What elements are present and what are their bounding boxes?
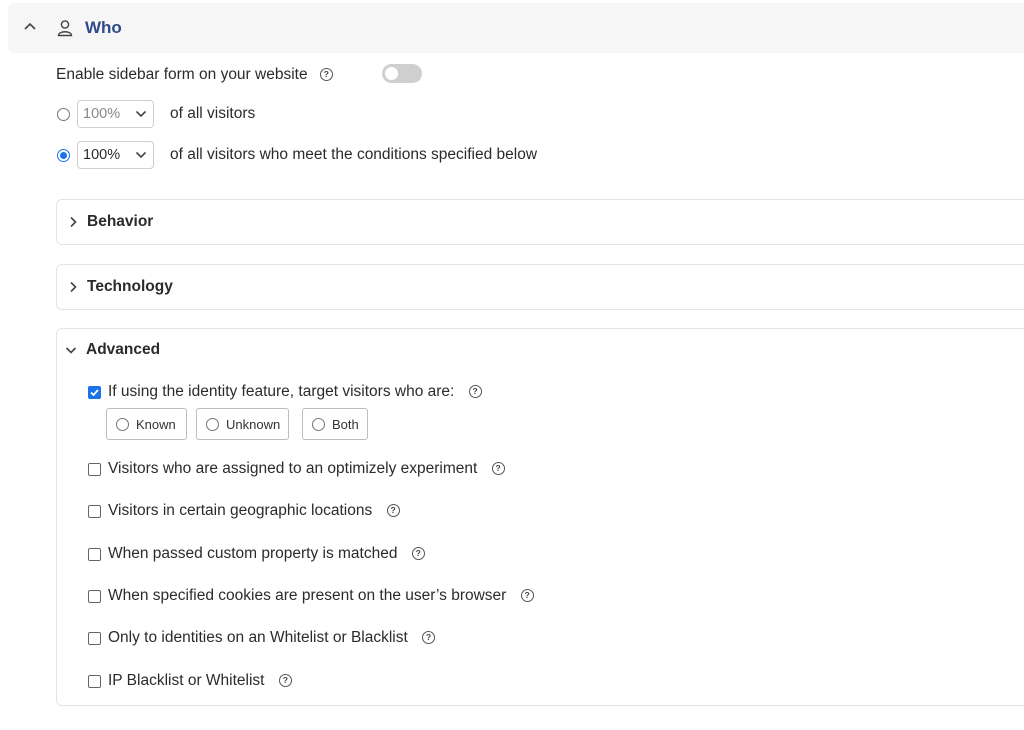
user-icon bbox=[57, 20, 73, 37]
help-icon[interactable]: ? bbox=[491, 462, 505, 476]
help-icon[interactable]: ? bbox=[468, 385, 482, 399]
cookies-present-checkbox[interactable] bbox=[88, 590, 101, 603]
help-icon[interactable]: ? bbox=[422, 631, 436, 645]
chevron-up-icon[interactable] bbox=[22, 18, 38, 34]
technology-panel[interactable] bbox=[56, 264, 1024, 310]
optimizely-experiment-label: Visitors who are assigned to an optimize… bbox=[108, 460, 478, 477]
select-value: 100% bbox=[83, 147, 121, 163]
known-label: Known bbox=[136, 417, 176, 432]
section-title: Who bbox=[85, 18, 122, 37]
help-icon[interactable]: ? bbox=[520, 589, 534, 603]
custom-property-label: When passed custom property is matched bbox=[108, 545, 398, 562]
chevron-down-icon bbox=[135, 110, 147, 118]
identity-row: If using the identity feature, target vi… bbox=[108, 382, 482, 402]
chevron-down-icon[interactable] bbox=[65, 344, 77, 356]
help-icon[interactable]: ? bbox=[386, 504, 400, 518]
advanced-title[interactable]: Advanced bbox=[86, 340, 160, 360]
identity-label: If using the identity feature, target vi… bbox=[108, 383, 455, 400]
enable-sidebar-text: Enable sidebar form on your website bbox=[56, 66, 308, 83]
select-value: 100% bbox=[83, 106, 121, 122]
all-visitors-label: of all visitors bbox=[170, 105, 256, 122]
behavior-title[interactable]: Behavior bbox=[87, 212, 153, 232]
all-visitors-radio[interactable] bbox=[57, 108, 70, 121]
identity-option-both[interactable]: Both bbox=[302, 408, 368, 440]
list-item: IP Blacklist or Whitelist ? bbox=[108, 671, 292, 691]
geographic-locations-checkbox[interactable] bbox=[88, 505, 101, 518]
conditional-visitors-label: of all visitors who meet the conditions … bbox=[170, 146, 538, 163]
both-radio[interactable] bbox=[312, 418, 325, 431]
behavior-panel[interactable] bbox=[56, 199, 1024, 245]
help-icon[interactable]: ? bbox=[278, 674, 292, 688]
chevron-right-icon[interactable] bbox=[67, 216, 79, 228]
enable-sidebar-label: Enable sidebar form on your website ? bbox=[56, 65, 333, 85]
cookies-present-label: When specified cookies are present on th… bbox=[108, 587, 507, 604]
ip-list-checkbox[interactable] bbox=[88, 675, 101, 688]
who-section-header[interactable] bbox=[8, 3, 1024, 53]
all-visitors-percent-select[interactable]: 100% bbox=[77, 100, 154, 128]
identities-list-checkbox[interactable] bbox=[88, 632, 101, 645]
identity-option-unknown[interactable]: Unknown bbox=[196, 408, 289, 440]
conditional-visitors-radio[interactable] bbox=[57, 149, 70, 162]
list-item: Visitors who are assigned to an optimize… bbox=[108, 459, 505, 479]
list-item: When passed custom property is matched ? bbox=[108, 544, 425, 564]
list-item: When specified cookies are present on th… bbox=[108, 586, 534, 606]
list-item: Only to identities on an Whitelist or Bl… bbox=[108, 628, 436, 648]
custom-property-checkbox[interactable] bbox=[88, 548, 101, 561]
chevron-down-icon bbox=[135, 151, 147, 159]
both-label: Both bbox=[332, 417, 359, 432]
help-icon[interactable]: ? bbox=[319, 68, 333, 82]
help-icon[interactable]: ? bbox=[411, 547, 425, 561]
optimizely-experiment-checkbox[interactable] bbox=[88, 463, 101, 476]
ip-list-label: IP Blacklist or Whitelist bbox=[108, 672, 265, 689]
identity-option-known[interactable]: Known bbox=[106, 408, 187, 440]
known-radio[interactable] bbox=[116, 418, 129, 431]
identity-checkbox[interactable] bbox=[88, 386, 101, 399]
enable-sidebar-toggle[interactable] bbox=[382, 64, 422, 83]
geographic-locations-label: Visitors in certain geographic locations bbox=[108, 502, 373, 519]
technology-title[interactable]: Technology bbox=[87, 277, 173, 297]
check-icon bbox=[90, 389, 99, 397]
conditional-percent-select[interactable]: 100% bbox=[77, 141, 154, 169]
unknown-radio[interactable] bbox=[206, 418, 219, 431]
identities-list-label: Only to identities on an Whitelist or Bl… bbox=[108, 629, 408, 646]
toggle-knob bbox=[385, 67, 398, 80]
unknown-label: Unknown bbox=[226, 417, 281, 432]
list-item: Visitors in certain geographic locations… bbox=[108, 501, 400, 521]
chevron-right-icon[interactable] bbox=[67, 281, 79, 293]
